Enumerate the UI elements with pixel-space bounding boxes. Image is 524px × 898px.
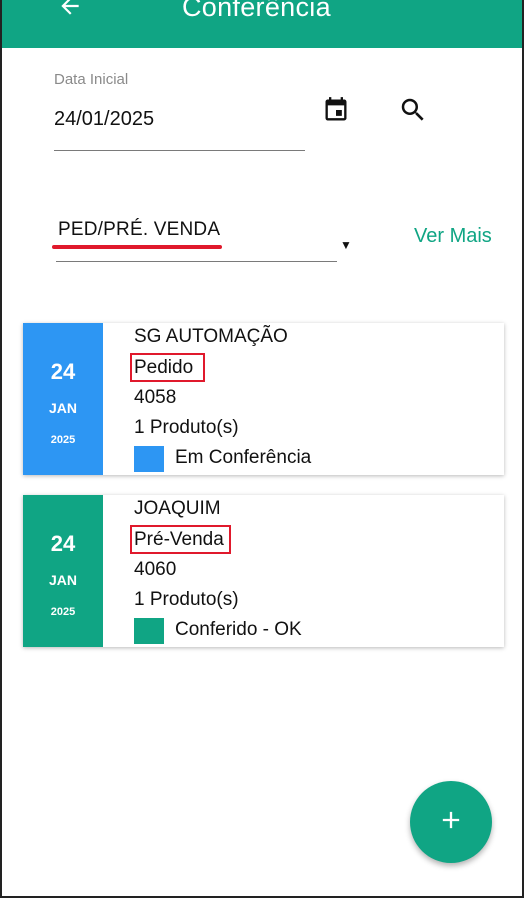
card-products: 1 Produto(s)	[134, 589, 239, 610]
search-button[interactable]	[397, 96, 429, 128]
app-bar: Conferência	[2, 0, 522, 48]
plus-icon	[437, 806, 465, 839]
card-number: 4060	[134, 559, 177, 580]
page-title: Conferência	[182, 0, 331, 22]
card-month: JAN	[48, 400, 77, 416]
add-button[interactable]	[410, 781, 492, 863]
status-swatch	[134, 446, 164, 472]
type-select-underline	[56, 261, 337, 262]
back-button[interactable]	[52, 0, 88, 26]
start-date-field[interactable]: 24/01/2025	[54, 108, 154, 131]
calendar-button[interactable]	[320, 96, 352, 128]
card-year: 2025	[50, 606, 76, 618]
card-customer: SG AUTOMAÇÃO	[134, 326, 288, 347]
card-date-block: 24 JAN 2025	[23, 495, 103, 647]
type-select-value: PED/PRÉ. VENDA	[58, 219, 221, 240]
card-month: JAN	[48, 572, 77, 588]
search-icon	[398, 95, 428, 130]
arrow-left-icon	[57, 0, 83, 24]
order-card[interactable]: 24 JAN 2025 JOAQUIM Pré-Venda 4060 1 Pro…	[23, 495, 504, 647]
card-day: 24	[50, 359, 76, 384]
card-status: Em Conferência	[175, 447, 312, 468]
calendar-icon	[322, 96, 350, 129]
highlight-underline	[52, 245, 222, 249]
card-day: 24	[50, 531, 76, 556]
card-date-block: 24 JAN 2025	[23, 323, 103, 475]
card-status: Conferido - OK	[175, 619, 302, 640]
card-customer: JOAQUIM	[134, 498, 221, 519]
type-select[interactable]: PED/PRÉ. VENDA ▼	[52, 214, 356, 264]
card-type: Pré-Venda	[134, 529, 224, 550]
card-products: 1 Produto(s)	[134, 417, 239, 438]
ver-mais-link[interactable]: Ver Mais	[414, 225, 492, 248]
order-card[interactable]: 24 JAN 2025 SG AUTOMAÇÃO Pedido 4058 1 P…	[23, 323, 504, 475]
status-swatch	[134, 618, 164, 644]
card-number: 4058	[134, 387, 177, 408]
date-field-label: Data Inicial	[54, 71, 129, 88]
card-year: 2025	[50, 434, 76, 446]
dropdown-arrow-icon: ▼	[340, 238, 352, 252]
app-screen: Conferência Data Inicial 24/01/2025 PED/…	[0, 0, 524, 898]
card-type: Pedido	[134, 357, 194, 378]
date-field-underline	[54, 150, 305, 151]
